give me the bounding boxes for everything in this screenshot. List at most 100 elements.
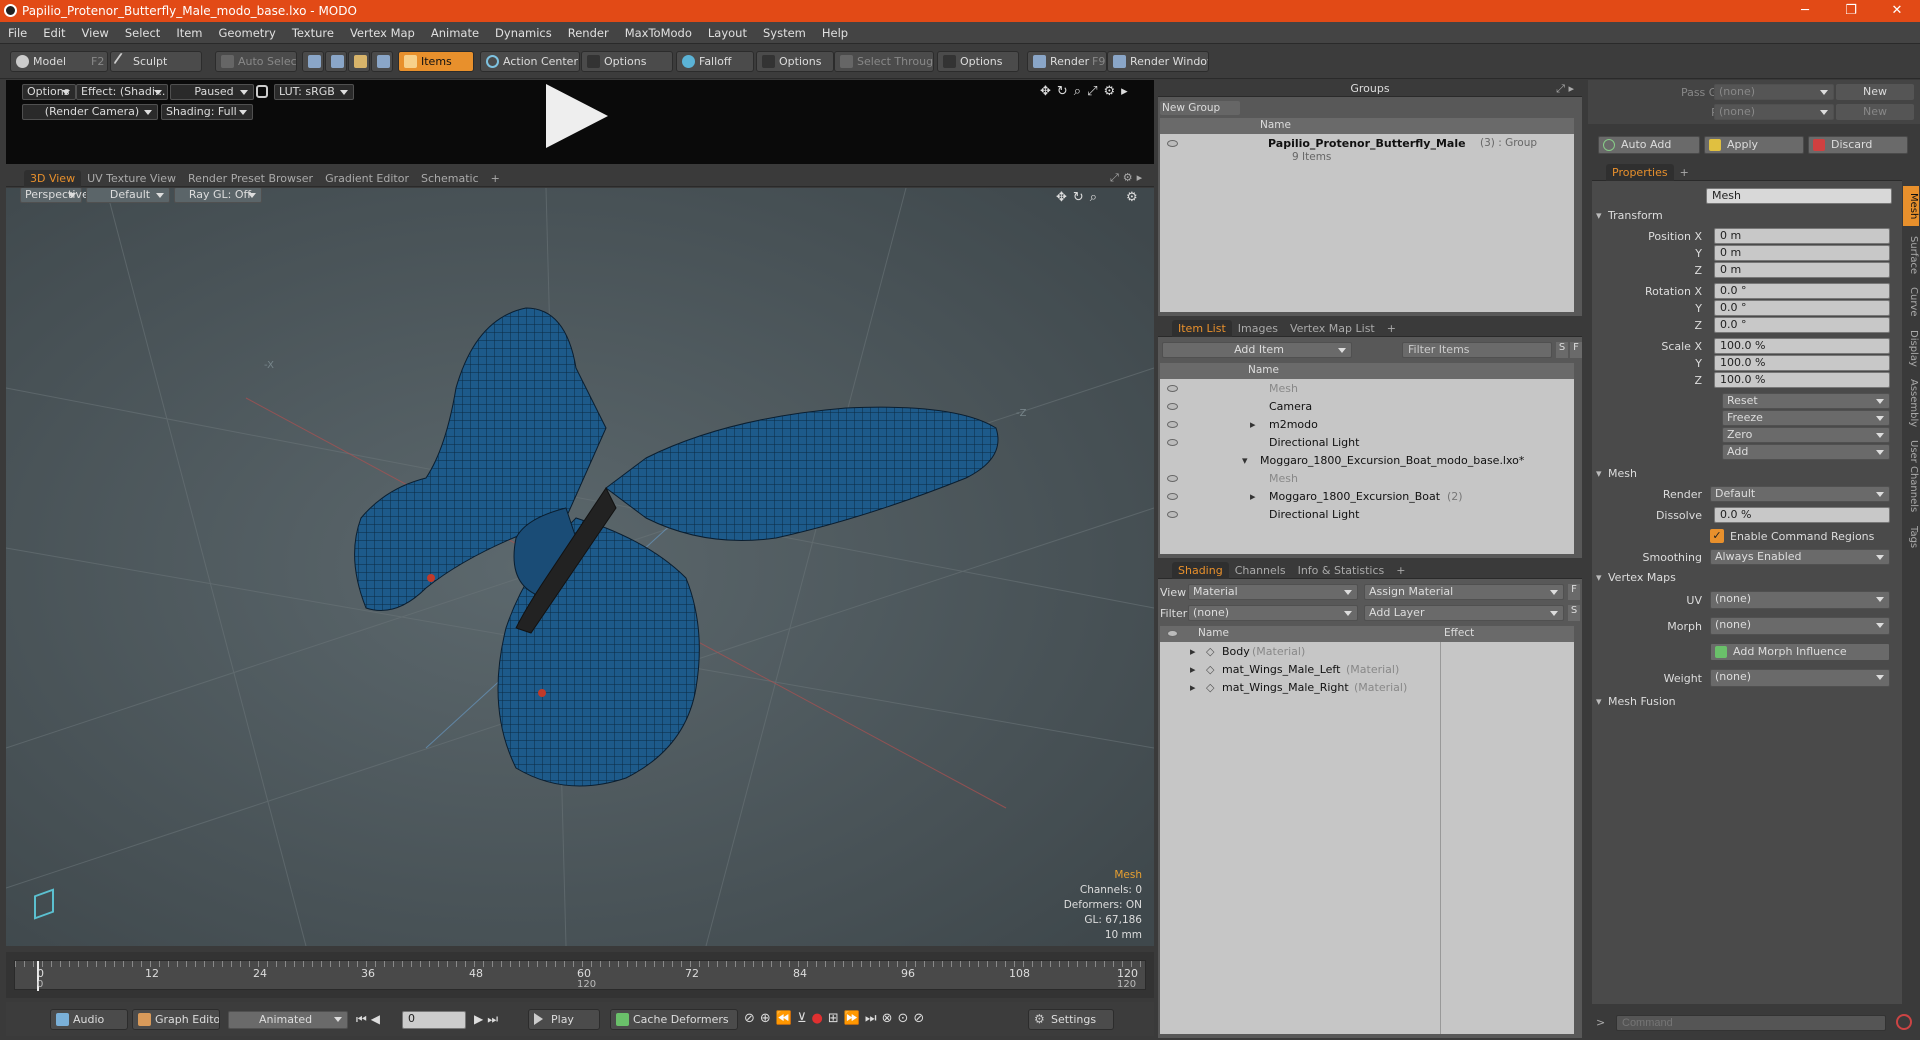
tab-3d-view[interactable]: 3D View [24,170,82,187]
auto-add-button[interactable]: Auto Add [1598,136,1700,154]
current-frame-input[interactable]: 0 [402,1011,466,1029]
vertices-mode-button[interactable] [302,51,324,72]
keyframe-tools-icons[interactable]: ⊘⊕⏪⊻●⊞⏩⏭⊗⊙⊘ [744,1011,929,1026]
list-item[interactable]: Mesh [1160,470,1574,487]
add-tab-button[interactable]: + [1674,164,1695,181]
shading-style-dropdown[interactable]: Default [86,188,170,203]
list-item[interactable]: Mesh [1160,380,1574,397]
audio-button[interactable]: Audio [50,1009,128,1030]
sculpt-tab-button[interactable]: Sculpt [110,51,202,72]
menu-edit[interactable]: Edit [35,22,73,44]
discard-button[interactable]: Discard [1808,136,1908,154]
list-item[interactable]: ▸ m2modo [1160,416,1574,433]
skip-back-icons[interactable]: ⏮◀ [356,1012,384,1027]
3d-viewport[interactable]: Perspective Default Ray GL: Off ✥↻⌕ ⚙ -X… [6,188,1154,946]
enable-command-regions-checkbox[interactable]: ✓ [1710,529,1724,543]
polygons-mode-button[interactable] [348,51,370,72]
smoothing-dropdown[interactable]: Always Enabled [1710,549,1890,565]
zero-dropdown[interactable]: Zero [1722,427,1890,443]
rotation-y-input[interactable]: 0.0 ° [1714,300,1890,316]
render-window-button[interactable]: Render Window [1107,51,1209,72]
tab-images[interactable]: Images [1232,320,1284,337]
add-tab-button[interactable]: + [1390,562,1411,579]
vertex-maps-section-header[interactable]: Vertex Maps [1592,570,1892,586]
position-x-input[interactable]: 0 m [1714,228,1890,244]
model-tab-button[interactable]: Model F2 [10,51,108,72]
menu-animate[interactable]: Animate [423,22,487,44]
action-center-options-button[interactable]: Options [581,51,673,72]
side-tab-mesh[interactable]: Mesh [1903,186,1919,226]
menu-file[interactable]: File [0,22,35,44]
menu-help[interactable]: Help [814,22,856,44]
filter-dropdown[interactable]: (none) [1188,605,1358,621]
list-item[interactable]: ▸ ◇ Body (Material) [1160,643,1440,660]
menu-system[interactable]: System [755,22,814,44]
menu-geometry[interactable]: Geometry [211,22,284,44]
menu-select[interactable]: Select [117,22,168,44]
menu-layout[interactable]: Layout [700,22,755,44]
animated-dropdown[interactable]: Animated [228,1011,348,1029]
tab-shading[interactable]: Shading [1172,562,1229,579]
uv-dropdown[interactable]: (none) [1710,591,1890,609]
apply-button[interactable]: Apply [1704,136,1804,154]
rotation-z-input[interactable]: 0.0 ° [1714,317,1890,333]
visibility-eye-icon[interactable] [1167,439,1178,446]
render-button[interactable]: Render F9 [1027,51,1107,72]
morph-dropdown[interactable]: (none) [1710,617,1890,635]
visibility-eye-icon[interactable] [1167,421,1178,428]
view-dropdown[interactable]: Material [1188,584,1358,600]
group-item-name[interactable]: Papilio_Protenor_Butterfly_Male [1268,137,1466,150]
timeline[interactable]: 0 12 24 36 48 60 72 84 96 108 120 0 120 … [6,952,1154,998]
viewport-gear-icon[interactable]: ⚙ [1126,190,1138,205]
menu-maxtomodo[interactable]: MaxToModo [617,22,700,44]
render-camera-dropdown[interactable]: (Render Camera) [22,104,158,120]
lock-icon[interactable] [256,85,268,98]
skip-forward-icons[interactable]: ▶⏭ [474,1012,502,1027]
add-layer-dropdown[interactable]: Add Layer [1364,605,1564,621]
side-tab-assembly[interactable]: Assembly [1903,376,1919,430]
settings-button[interactable]: ⚙ Settings [1028,1009,1114,1030]
select-through-button[interactable]: Select Through [834,51,934,72]
assign-material-dropdown[interactable]: Assign Material [1364,584,1564,600]
visibility-eye-icon[interactable] [1167,475,1178,482]
menu-dynamics[interactable]: Dynamics [487,22,560,44]
falloff-options-button[interactable]: Options [756,51,834,72]
maximize-button[interactable]: ❐ [1828,0,1874,22]
viewport-nav-icons[interactable]: ✥↻⌕ [1056,190,1103,205]
expand-icon[interactable]: ⤢ ▸ [1556,80,1574,97]
edges-mode-button[interactable] [325,51,347,72]
filter-items-input[interactable]: Filter Items [1402,342,1552,358]
side-tab-user-channels[interactable]: User Channels [1903,436,1919,516]
list-item[interactable]: Directional Light [1160,434,1574,451]
filter-f-button[interactable]: F [1570,342,1582,358]
tab-vertex-map-list[interactable]: Vertex Map List [1284,320,1381,337]
visibility-eye-icon[interactable] [1167,493,1178,500]
menu-vertex-map[interactable]: Vertex Map [342,22,423,44]
tab-info-statistics[interactable]: Info & Statistics [1292,562,1391,579]
freeze-dropdown[interactable]: Freeze [1722,410,1890,426]
position-z-input[interactable]: 0 m [1714,262,1890,278]
shading-f-button[interactable]: F [1568,584,1580,600]
expand-arrow-icon[interactable]: ▸ [1190,661,1196,678]
materials-mode-button[interactable] [371,51,393,72]
shading-dropdown[interactable]: Shading: Full [161,104,253,120]
panel-gear-icon[interactable]: ⤢⚙▸ [1110,171,1146,185]
rotation-x-input[interactable]: 0.0 ° [1714,283,1890,299]
paused-button[interactable]: Paused [170,84,254,100]
expand-arrow-icon[interactable]: ▸ [1190,679,1196,696]
transform-section-header[interactable]: Transform [1592,208,1892,224]
passes-dropdown[interactable]: (none) [1714,104,1834,120]
list-item[interactable]: ▸ ◇ mat_Wings_Male_Left (Material) [1160,661,1440,678]
tab-gradient-editor[interactable]: Gradient Editor [319,170,415,187]
play-icon[interactable] [546,84,608,148]
tab-uv-texture-view[interactable]: UV Texture View [81,170,182,187]
name-input[interactable]: Mesh [1706,188,1892,204]
cache-deformers-button[interactable]: Cache Deformers [610,1009,738,1030]
preview-nav-icons[interactable]: ✥↻⌕⤢⚙▸ [1040,84,1134,99]
play-button[interactable]: Play [528,1009,600,1030]
dissolve-input[interactable]: 0.0 % [1714,507,1890,523]
visibility-eye-icon[interactable] [1167,511,1178,518]
weight-dropdown[interactable]: (none) [1710,669,1890,687]
action-center-button[interactable]: Action Center [480,51,580,72]
filter-s-button[interactable]: S [1556,342,1568,358]
